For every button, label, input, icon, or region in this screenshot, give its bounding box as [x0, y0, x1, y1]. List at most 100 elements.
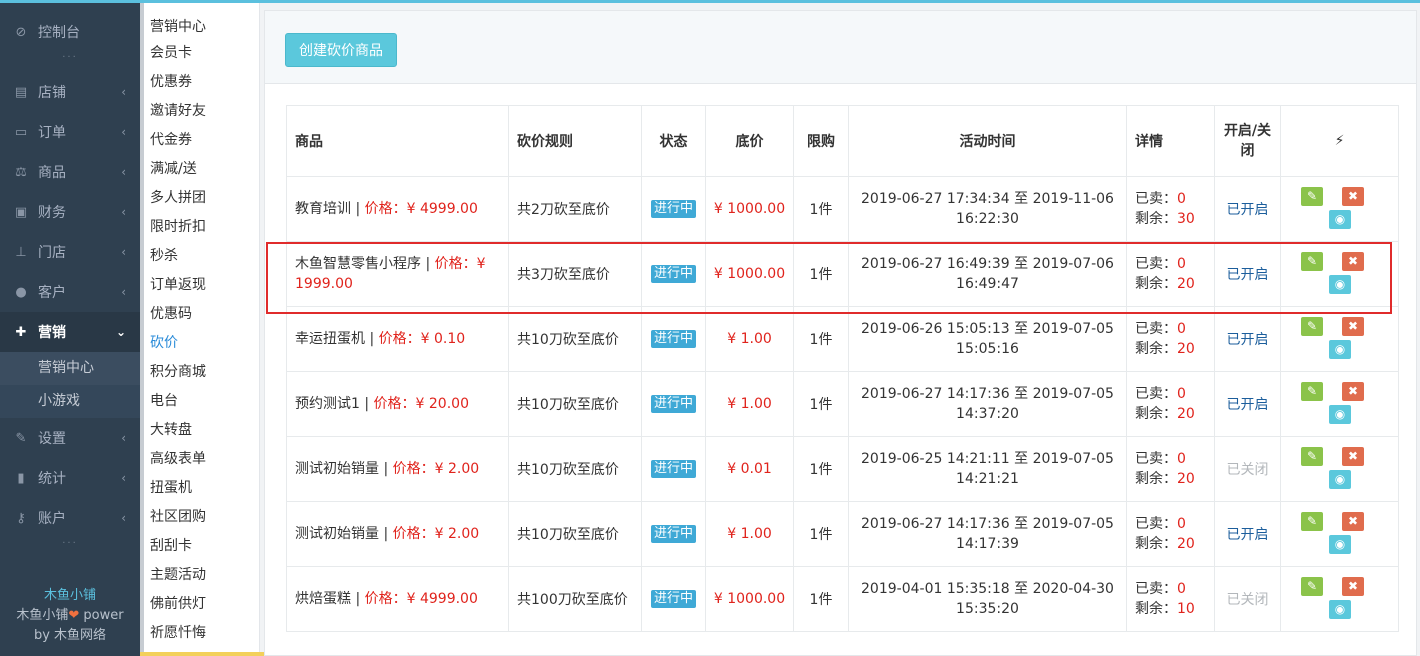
sidebar-item-label: 订单 [38, 125, 66, 141]
sidebar-item-label: 财务 [38, 205, 66, 221]
close-icon[interactable]: ✖ [1342, 317, 1364, 336]
table-row: 烘焙蛋糕 | 价格：¥ 4999.00 共100刀砍至底价 进行中 ¥ 1000.00… [286, 566, 1399, 632]
status-cell: 进行中 [641, 566, 706, 632]
footer-brand: 木鱼小铺 [43, 588, 96, 603]
edit-icon[interactable]: ✎ [1301, 577, 1323, 596]
status-badge: 进行中 [650, 200, 696, 218]
goods-cell: 木鱼智慧零售小程序 | 价格：¥ 1999.00 [286, 241, 509, 307]
submenu-item[interactable]: 电台 [140, 387, 259, 416]
submenu-item[interactable]: 社区团购 [140, 503, 259, 532]
time-cell: 2019-06-27 17:34:34 至 2019-11-06 16:22:3… [848, 176, 1127, 242]
submenu-item[interactable]: 会员卡 [140, 39, 259, 68]
submenu-item[interactable]: 限时折扣 [140, 213, 259, 242]
eye-icon[interactable]: ◉ [1329, 405, 1351, 424]
edit-icon[interactable]: ✎ [1301, 252, 1323, 271]
sidebar-item-goods[interactable]: ⚖ 商品 ‹ [0, 152, 140, 192]
sidebar-item-order[interactable]: ▭ 订单 ‹ [0, 112, 140, 152]
close-icon[interactable]: ✖ [1342, 382, 1364, 401]
sidebar-item-account[interactable]: ⚷ 账户 ‹ [0, 498, 140, 538]
toggle-status[interactable]: 已开启 [1214, 176, 1281, 242]
remain-count: 30 [1177, 211, 1195, 227]
table-row: 教育培训 | 价格：¥ 4999.00 共2刀砍至底价 进行中 ¥ 1000.00 1件… [286, 176, 1399, 242]
edit-icon[interactable]: ✎ [1301, 187, 1323, 206]
sidebar-subitem-mini-games[interactable]: 小游戏 [0, 385, 140, 418]
submenu-item[interactable]: 刮刮卡 [140, 532, 259, 561]
submenu-item[interactable]: 主题活动 [140, 561, 259, 590]
goods-price: 价格：¥ 4999.00 [364, 591, 478, 607]
edit-icon[interactable]: ✎ [1301, 447, 1323, 466]
sidebar-item-label: 商品 [38, 165, 66, 181]
sidebar-item-stats[interactable]: ▮ 统计 ‹ [0, 458, 140, 498]
sidebar-item-settings[interactable]: ✎ 设置 ‹ [0, 418, 140, 458]
limit-cell: 1件 [793, 371, 849, 437]
submenu-item[interactable]: 秒杀 [140, 242, 259, 271]
sold-count: 0 [1177, 451, 1186, 467]
submenu-item[interactable]: 积分商城 [140, 358, 259, 387]
eye-icon[interactable]: ◉ [1329, 210, 1351, 229]
chevron-left-icon: ‹ [121, 471, 126, 485]
header-status: 状态 [641, 105, 706, 177]
status-cell: 进行中 [641, 436, 706, 502]
goods-cell: 教育培训 | 价格：¥ 4999.00 [286, 176, 509, 242]
submenu-item[interactable]: 优惠券 [140, 68, 259, 97]
detail-cell: 已卖：0 剩余：20 [1126, 241, 1215, 307]
close-icon[interactable]: ✖ [1342, 252, 1364, 271]
goods-name: 预约测试1 [295, 396, 360, 412]
eye-icon[interactable]: ◉ [1329, 275, 1351, 294]
toggle-status[interactable]: 已关闭 [1214, 566, 1281, 632]
chevron-down-icon: ⌄ [115, 325, 126, 339]
time-cell: 2019-06-25 14:21:11 至 2019-07-05 14:21:2… [848, 436, 1127, 502]
submenu-item[interactable]: 高级表单 [140, 445, 259, 474]
sidebar-subitem-marketing-center[interactable]: 营销中心 [0, 352, 140, 385]
close-icon[interactable]: ✖ [1342, 512, 1364, 531]
toggle-status[interactable]: 已开启 [1214, 241, 1281, 307]
submenu-item[interactable]: 代金券 [140, 126, 259, 155]
gift-icon: ✚ [15, 324, 27, 340]
close-icon[interactable]: ✖ [1342, 577, 1364, 596]
table-row: 测试初始销量 | 价格：¥ 2.00 共10刀砍至底价 进行中 ¥ 1.00 1件 201… [286, 501, 1399, 567]
submenu-item[interactable]: 营销中心 [140, 15, 259, 39]
submenu-item[interactable]: 订单返现 [140, 271, 259, 300]
submenu-gutter [140, 3, 144, 656]
toggle-status[interactable]: 已关闭 [1214, 436, 1281, 502]
edit-icon[interactable]: ✎ [1301, 512, 1323, 531]
detail-cell: 已卖：0 剩余：20 [1126, 306, 1215, 372]
submenu-item[interactable]: 优惠码 [140, 300, 259, 329]
submenu-item[interactable]: 扭蛋机 [140, 474, 259, 503]
close-icon[interactable]: ✖ [1342, 447, 1364, 466]
eye-icon[interactable]: ◉ [1329, 600, 1351, 619]
sidebar-item-finance[interactable]: ▣ 财务 ‹ [0, 192, 140, 232]
sidebar-item-shop[interactable]: ⊥ 门店 ‹ [0, 232, 140, 272]
limit-cell: 1件 [793, 501, 849, 567]
eye-icon[interactable]: ◉ [1329, 535, 1351, 554]
rule-cell: 共10刀砍至底价 [508, 371, 642, 437]
scale-icon: ⚖ [15, 164, 27, 180]
goods-name: 测试初始销量 [295, 526, 379, 542]
bottom-strip [140, 652, 264, 656]
sidebar-item-store[interactable]: ▤ 店铺 ‹ [0, 72, 140, 112]
edit-icon[interactable]: ✎ [1301, 382, 1323, 401]
submenu-item[interactable]: 佛前供灯 [140, 590, 259, 619]
toggle-status[interactable]: 已开启 [1214, 501, 1281, 567]
sidebar-item-dashboard[interactable]: ⊘ 控制台 [0, 12, 140, 52]
submenu-item[interactable]: 祈愿忏悔 [140, 619, 259, 648]
close-icon[interactable]: ✖ [1342, 187, 1364, 206]
submenu-item[interactable]: 满减/送 [140, 155, 259, 184]
create-bargain-goods-button[interactable]: 创建砍价商品 [285, 33, 397, 67]
goods-price: 价格：¥ 20.00 [373, 396, 469, 412]
status-cell: 进行中 [641, 176, 706, 242]
detail-cell: 已卖：0 剩余：10 [1126, 566, 1215, 632]
time-cell: 2019-06-27 16:49:39 至 2019-07-06 16:49:4… [848, 241, 1127, 307]
submenu-item[interactable]: 多人拼团 [140, 184, 259, 213]
eye-icon[interactable]: ◉ [1329, 340, 1351, 359]
edit-icon[interactable]: ✎ [1301, 317, 1323, 336]
goods-name: 测试初始销量 [295, 461, 379, 477]
submenu-item[interactable]: 大转盘 [140, 416, 259, 445]
toggle-status[interactable]: 已开启 [1214, 306, 1281, 372]
submenu-item[interactable]: 邀请好友 [140, 97, 259, 126]
submenu-item[interactable]: 砍价 [140, 329, 259, 358]
eye-icon[interactable]: ◉ [1329, 470, 1351, 489]
sidebar-item-marketing[interactable]: ✚ 营销 ⌄ [0, 312, 140, 352]
toggle-status[interactable]: 已开启 [1214, 371, 1281, 437]
sidebar-item-customer[interactable]: ● 客户 ‹ [0, 272, 140, 312]
